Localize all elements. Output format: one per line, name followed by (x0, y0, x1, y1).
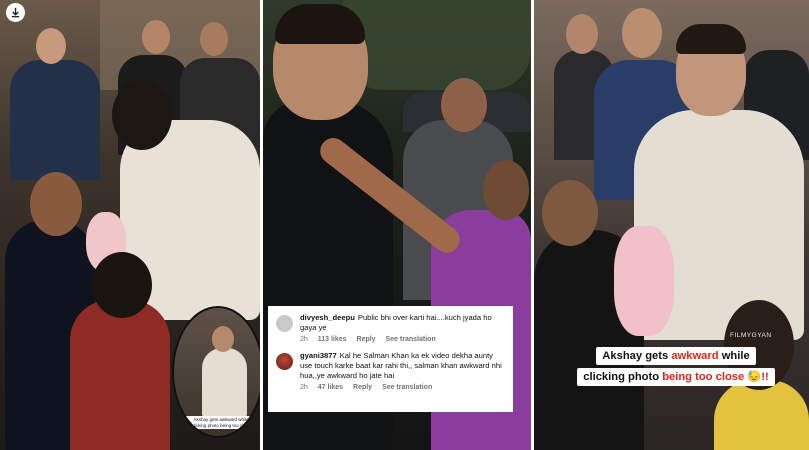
inset-caption: Akshay gets awkward while clicking photo… (184, 416, 258, 429)
comment-likes[interactable]: 113 likes (318, 336, 347, 343)
comment-username[interactable]: divyesh_deepu (300, 313, 355, 322)
comment-time: 2h (300, 336, 308, 343)
see-translation-link[interactable]: See translation (386, 336, 436, 343)
bodyguard-left-head (566, 14, 598, 54)
inset-head (212, 326, 234, 352)
comment-username[interactable]: gyani3877 (300, 351, 337, 360)
woman-left-head (30, 172, 82, 236)
inset-hoodie (202, 348, 247, 418)
hoodie-man-hair (676, 24, 746, 54)
sweat-emoji-icon: 😓 (747, 371, 762, 383)
left-photo-panel: Akshay gets awkward while clicking photo… (0, 0, 260, 450)
comment-body: gyani3877 Kal he Salman Khan ka ek video … (300, 351, 505, 381)
person-head-mid (142, 20, 170, 54)
child-yellow (714, 380, 809, 450)
caption-line-1: Akshay gets awkward while (596, 347, 756, 365)
inset-thumbnail: Akshay gets awkward while clicking photo… (172, 306, 260, 438)
inset-caption-line1: Akshay gets awkward while (193, 417, 249, 422)
download-button[interactable] (6, 3, 25, 22)
comment-time: 2h (300, 384, 308, 391)
boy-head (92, 252, 152, 318)
caption-line-2: clicking photo being too close 😓!! (577, 368, 775, 386)
comment-likes[interactable]: 47 likes (318, 384, 343, 391)
caption-text: clicking photo (583, 371, 663, 383)
caption-text: Akshay gets (602, 350, 672, 362)
comments-card: divyesh_deepu Public bhi over karti hai..… (268, 306, 513, 412)
comment-meta: 2h 47 likes Reply See translation (300, 384, 505, 391)
guard-head (441, 78, 487, 132)
person-head-right (200, 22, 228, 56)
reply-button[interactable]: Reply (357, 336, 376, 343)
comment-item: gyani3877 Kal he Salman Khan ka ek video … (276, 351, 505, 391)
reply-button[interactable]: Reply (353, 384, 372, 391)
caption-text: while (718, 350, 750, 362)
boy-red-shirt (70, 300, 170, 450)
download-arrow-icon (11, 7, 20, 18)
exclamation-marks: !! (761, 371, 769, 383)
caption-highlight: awkward (671, 350, 719, 362)
man-blue-suit-head (622, 8, 662, 58)
trees-background (343, 0, 531, 90)
man-hair (275, 4, 365, 44)
caption-highlight: being too close (662, 371, 745, 383)
hoodie-man-head (112, 80, 172, 150)
avatar[interactable] (276, 315, 293, 332)
person-suit-left (10, 60, 100, 180)
old-woman-head (483, 160, 529, 220)
woman-black-head (542, 180, 598, 246)
inset-caption-line2: clicking photo being too close (191, 422, 251, 428)
comment-body: divyesh_deepu Public bhi over karti hai..… (300, 313, 505, 333)
see-translation-link[interactable]: See translation (382, 384, 432, 391)
comment-item: divyesh_deepu Public bhi over karti hai..… (276, 313, 505, 343)
person-head-left (36, 28, 66, 64)
comment-meta: 2h 113 likes Reply See translation (300, 336, 505, 343)
watermark: FILMYGYAN (730, 332, 772, 339)
video-caption: Akshay gets awkward while clicking photo… (566, 346, 786, 386)
avatar[interactable] (276, 353, 293, 370)
baby-pink-right (614, 226, 674, 336)
